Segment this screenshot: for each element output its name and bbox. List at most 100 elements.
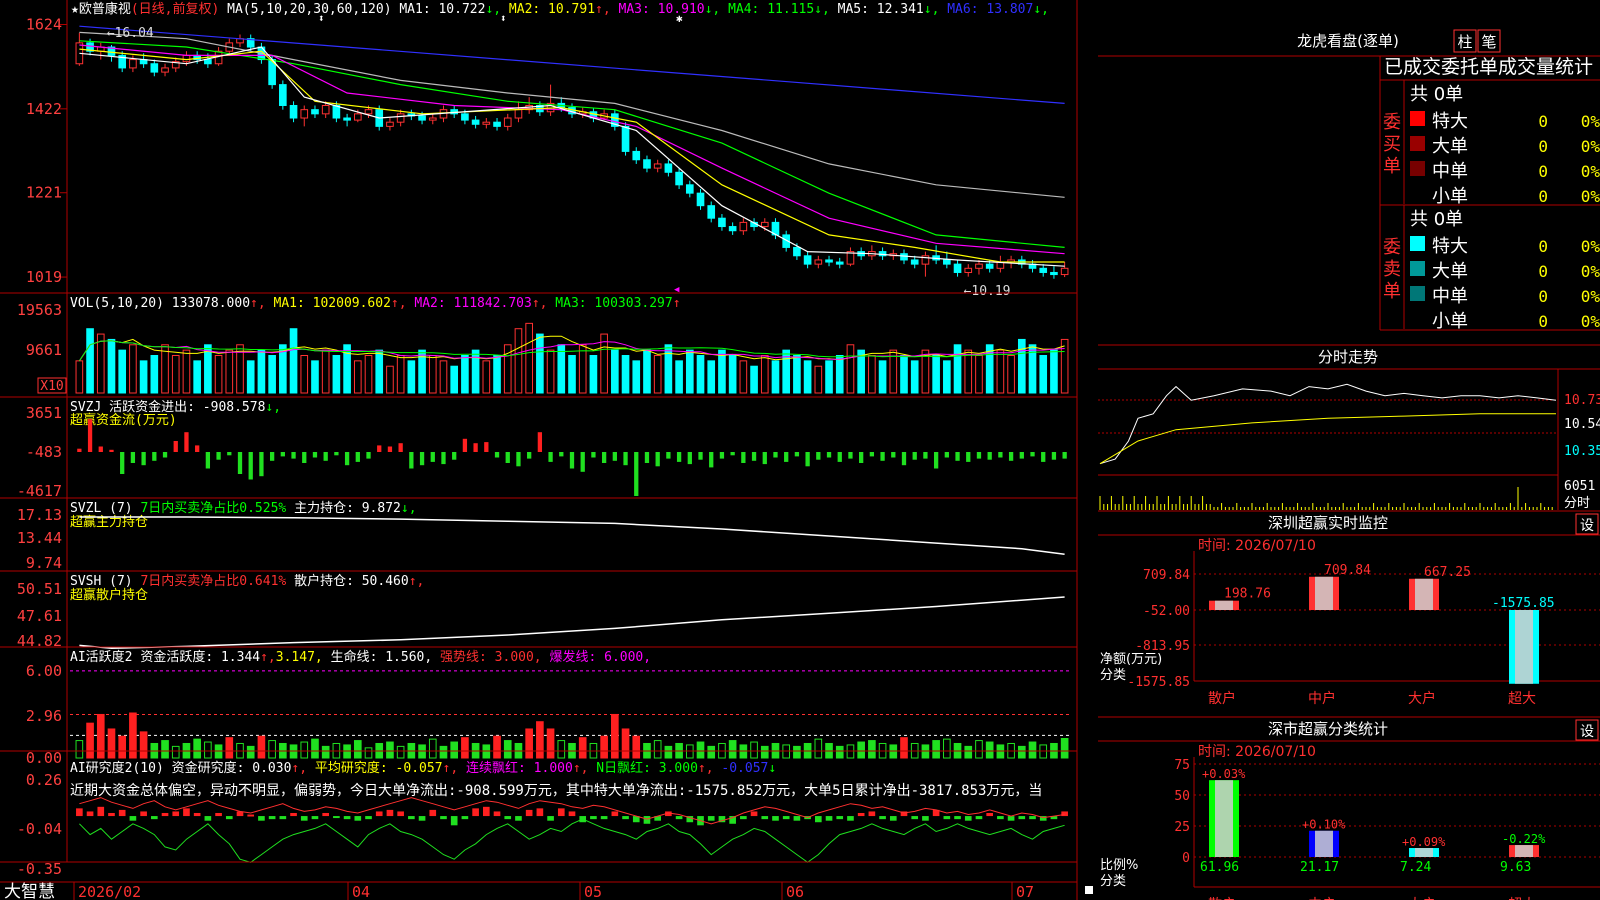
- flow-bar-out: [923, 452, 928, 459]
- research-line-green: [79, 818, 1065, 863]
- volume-bar-up: [129, 344, 137, 394]
- volume-bar-up: [353, 360, 362, 394]
- sell-row-percent: 0%: [1581, 312, 1600, 331]
- svzl-header-part-1: 7日内买卖净占比0.525%: [140, 500, 294, 516]
- price-axis-label: 1624: [26, 16, 62, 34]
- flow-bar-out: [216, 452, 221, 460]
- sz-monitor-bar-highlight: [1515, 610, 1533, 684]
- candle-up: [503, 117, 512, 127]
- ai-bar-green: [728, 740, 737, 759]
- ai-axis-label: 2.96: [26, 707, 62, 725]
- volume-header-part-2: ↑,: [250, 296, 273, 311]
- sz-monitor-unit2: 分类: [1100, 668, 1126, 683]
- ai-bar-red: [632, 735, 641, 759]
- main-header-part-9: ↓,: [705, 2, 728, 17]
- research-bar-red: [557, 808, 565, 817]
- flow-bar-out: [302, 452, 307, 463]
- sz-monitor-value-label: 198.76: [1224, 587, 1271, 602]
- ai-bar-red: [578, 737, 587, 759]
- research-bar-red: [290, 812, 297, 817]
- volume-bar-up: [964, 349, 973, 394]
- ai-bar-green: [793, 745, 801, 759]
- research-bar-green: [258, 816, 265, 821]
- research-bar-green: [129, 816, 137, 821]
- research-bar-red: [525, 809, 533, 817]
- volume-bar-down: [343, 344, 351, 394]
- candle-up: [300, 109, 309, 119]
- buy-row-value: 0: [1538, 137, 1548, 156]
- research-bar-green: [836, 816, 844, 820]
- volume-bar-down: [750, 365, 758, 394]
- ai-header-part-2: ↑,: [260, 650, 276, 665]
- candle-down: [343, 117, 351, 121]
- candle-down: [643, 159, 651, 169]
- flow-bar-in: [195, 445, 200, 452]
- sell-swatch: [1410, 261, 1425, 276]
- main-header-part-13: ↓,: [924, 2, 947, 17]
- price-axis-label: 1019: [26, 268, 62, 286]
- flow-bar-in: [109, 449, 114, 452]
- flow-bar-out: [848, 452, 853, 459]
- volume-bar-up: [600, 333, 608, 394]
- svzj-axis-label: -483: [26, 443, 62, 461]
- research-bar-green: [675, 816, 683, 820]
- flow-bar-in: [387, 446, 393, 452]
- ss-stats-bar-highlight: [1415, 848, 1433, 857]
- buy-swatch: [1410, 111, 1425, 126]
- sz-monitor-category: 散户: [1208, 690, 1236, 707]
- ss-stats-category: 大户: [1408, 896, 1436, 900]
- ai-bar-green: [1028, 741, 1037, 759]
- candle-down: [279, 84, 287, 106]
- flow-bar-out: [409, 452, 414, 469]
- research-bar-green: [300, 816, 308, 821]
- ai-bar-red: [536, 721, 544, 759]
- volume-axis-label: 9661: [26, 341, 62, 359]
- stock-chart-area[interactable]: 1624 1422 1221 1019 ★欧普康视(日线,前复权) MA(5,10,20…: [0, 0, 1098, 900]
- sz-monitor-axis-label: -813.95: [1135, 639, 1190, 654]
- volume-bar-up: [171, 355, 180, 394]
- ai-bar-green: [311, 738, 319, 759]
- research-bar-red: [97, 806, 105, 817]
- research-bar-green: [268, 816, 276, 820]
- svsh-header-part-3: ↑,: [409, 574, 425, 589]
- volume-bar-down: [118, 349, 127, 394]
- volume-bar-down: [943, 360, 951, 394]
- candle-down: [985, 263, 994, 269]
- flow-bar-out: [430, 452, 435, 462]
- bottom-date-bar: 大智慧 2026/02 04 05 06 07: [0, 881, 1093, 900]
- flow-bar-out: [698, 452, 703, 460]
- intraday-price-label: 10.35: [1564, 444, 1600, 459]
- ss-value-label: 7.24: [1400, 860, 1431, 875]
- candle-down: [675, 171, 683, 186]
- research-bar-red: [1061, 811, 1068, 817]
- candle-up: [975, 263, 983, 269]
- sz-monitor-axis-label: 709.84: [1143, 568, 1190, 583]
- ai-bar-green: [396, 745, 405, 759]
- ss-stats-category: 散户: [1208, 896, 1236, 900]
- ai2-header-part-7: N日飘红: 3.000: [596, 760, 698, 776]
- volume-bar-down: [1017, 338, 1026, 394]
- volume-bar-up: [396, 355, 405, 394]
- buy-row-label: 中单: [1432, 161, 1468, 182]
- ai2-axis-label: -0.35: [17, 860, 62, 878]
- ss-stats-unit: 比例%: [1100, 858, 1138, 873]
- volume-bar-up: [578, 344, 587, 394]
- ss-stats-axis-label: 25: [1174, 820, 1190, 835]
- ai-bar-green: [428, 738, 437, 759]
- ss-change-label: -0.22%: [1502, 832, 1546, 846]
- flow-bar-out: [805, 452, 810, 467]
- flow-bar-in: [473, 443, 478, 452]
- flow-bar-out: [987, 452, 992, 460]
- ai2-header-part-6: ↑,: [573, 761, 596, 776]
- flow-bar-out: [676, 452, 682, 462]
- ai-bar-green: [750, 741, 758, 759]
- flow-bar-out: [280, 452, 285, 457]
- intraday-avg-line: [1099, 413, 1556, 465]
- volume-bar-down: [193, 360, 201, 394]
- svzl-line: [79, 516, 1065, 556]
- sz-monitor-time: 时间: 2026/07/10: [1198, 538, 1316, 554]
- svzj-header-part-1: ↓,: [265, 400, 281, 415]
- flow-bar-out: [944, 452, 949, 458]
- buy-row-percent: 0%: [1581, 112, 1600, 131]
- flow-bar-out: [751, 452, 757, 461]
